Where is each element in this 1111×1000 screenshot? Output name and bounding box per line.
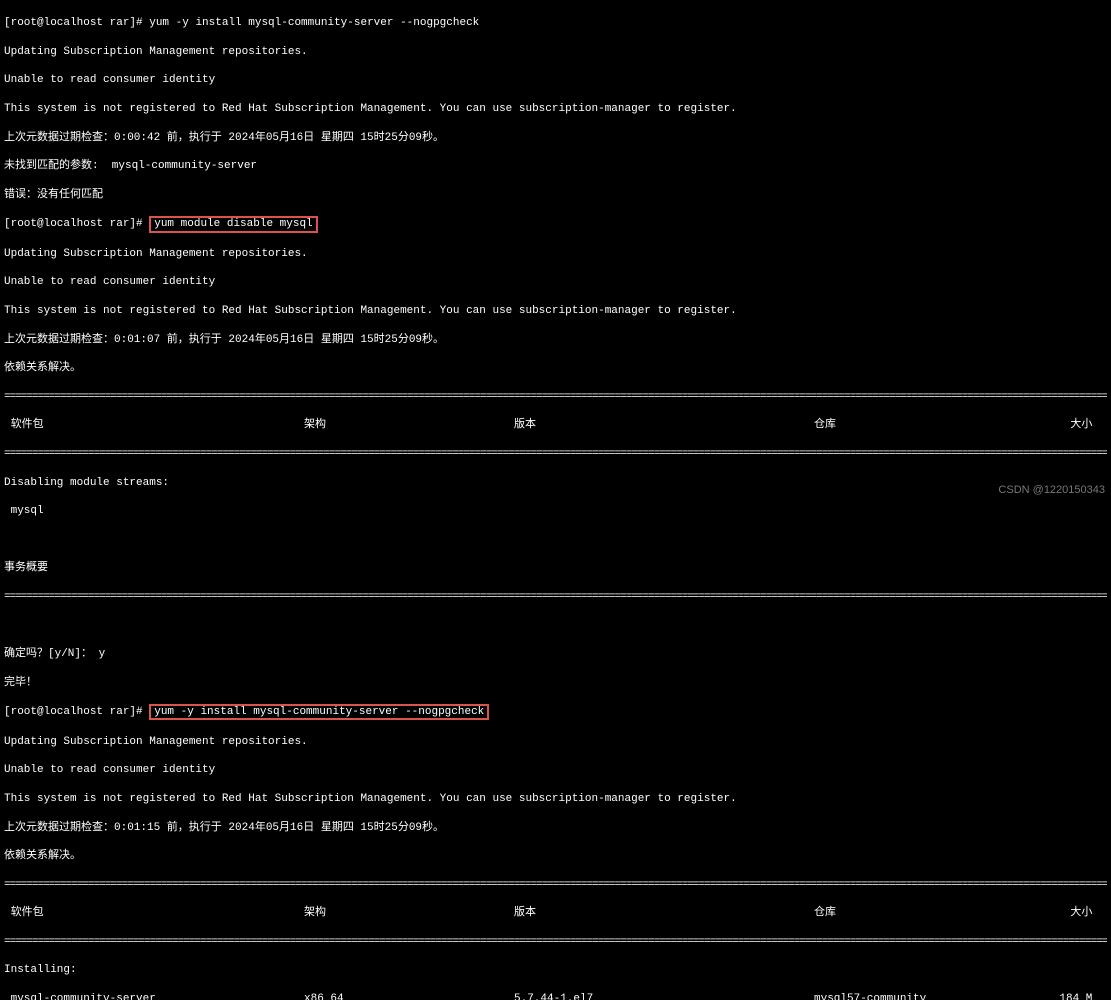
col-header-arch: 架构 bbox=[304, 418, 514, 432]
output-line: 上次元数据过期检查：0:01:15 前，执行于 2024年05月16日 星期四 … bbox=[4, 821, 1107, 835]
output-line: Updating Subscription Management reposit… bbox=[4, 45, 1107, 59]
highlighted-command[interactable]: yum -y install mysql-community-server --… bbox=[149, 704, 489, 720]
pkg-name: mysql-community-server bbox=[4, 992, 304, 1000]
watermark: CSDN @1220150343 bbox=[998, 483, 1105, 497]
output-line: Updating Subscription Management reposit… bbox=[4, 247, 1107, 261]
blank-line bbox=[4, 619, 1107, 633]
col-header-ver: 版本 bbox=[514, 418, 814, 432]
highlighted-command[interactable]: yum module disable mysql bbox=[149, 216, 317, 232]
output-line: 未找到匹配的参数: mysql-community-server bbox=[4, 159, 1107, 173]
col-header-repo: 仓库 bbox=[814, 906, 1054, 920]
shell-prompt: [root@localhost rar]# bbox=[4, 218, 149, 230]
table-row: mysql-community-server x86_64 5.7.44-1.e… bbox=[4, 992, 1107, 1000]
section-installing: Installing: bbox=[4, 963, 1107, 977]
pkg-repo: mysql57-community bbox=[814, 992, 1054, 1000]
col-header-size: 大小 bbox=[1054, 906, 1107, 920]
col-header-ver: 版本 bbox=[514, 906, 814, 920]
divider: ========================================… bbox=[4, 390, 1107, 404]
output-line: 依赖关系解决。 bbox=[4, 361, 1107, 375]
output-line: This system is not registered to Red Hat… bbox=[4, 102, 1107, 116]
pkg-arch: x86_64 bbox=[304, 992, 514, 1000]
pkg-size: 184 M bbox=[1054, 992, 1107, 1000]
output-line: This system is not registered to Red Hat… bbox=[4, 792, 1107, 806]
divider: ========================================… bbox=[4, 447, 1107, 461]
output-line: 依赖关系解决。 bbox=[4, 849, 1107, 863]
col-header-size: 大小 bbox=[1054, 418, 1107, 432]
output-line: Unable to read consumer identity bbox=[4, 275, 1107, 289]
output-line: 完毕！ bbox=[4, 676, 1107, 690]
output-line: Updating Subscription Management reposit… bbox=[4, 735, 1107, 749]
shell-prompt: [root@localhost rar]# bbox=[4, 706, 149, 718]
confirm-prompt[interactable]: 确定吗？[y/N]： y bbox=[4, 647, 1107, 661]
col-header-repo: 仓库 bbox=[814, 418, 1054, 432]
command-text[interactable]: yum -y install mysql-community-server --… bbox=[149, 17, 479, 29]
divider: ========================================… bbox=[4, 590, 1107, 604]
output-line: Unable to read consumer identity bbox=[4, 73, 1107, 87]
blank-line bbox=[4, 533, 1107, 547]
table-header: 软件包 架构 版本 仓库 大小 bbox=[4, 906, 1107, 920]
output-line: 上次元数据过期检查：0:00:42 前，执行于 2024年05月16日 星期四 … bbox=[4, 131, 1107, 145]
output-line: 上次元数据过期检查：0:01:07 前，执行于 2024年05月16日 星期四 … bbox=[4, 333, 1107, 347]
col-header-pkg: 软件包 bbox=[4, 906, 304, 920]
table-header: 软件包 架构 版本 仓库 大小 bbox=[4, 418, 1107, 432]
pkg-ver: 5.7.44-1.el7 bbox=[514, 992, 814, 1000]
terminal-output: [root@localhost rar]# yum -y install mys… bbox=[0, 0, 1111, 1000]
col-header-pkg: 软件包 bbox=[4, 418, 304, 432]
output-line: This system is not registered to Red Hat… bbox=[4, 304, 1107, 318]
output-line: 错误：没有任何匹配 bbox=[4, 188, 1107, 202]
output-line: Disabling module streams: bbox=[4, 476, 1107, 490]
output-line: 事务概要 bbox=[4, 561, 1107, 575]
output-line: Unable to read consumer identity bbox=[4, 763, 1107, 777]
output-line: mysql bbox=[4, 504, 1107, 518]
shell-prompt: [root@localhost rar]# bbox=[4, 17, 149, 29]
col-header-arch: 架构 bbox=[304, 906, 514, 920]
divider: ========================================… bbox=[4, 935, 1107, 949]
divider: ========================================… bbox=[4, 878, 1107, 892]
